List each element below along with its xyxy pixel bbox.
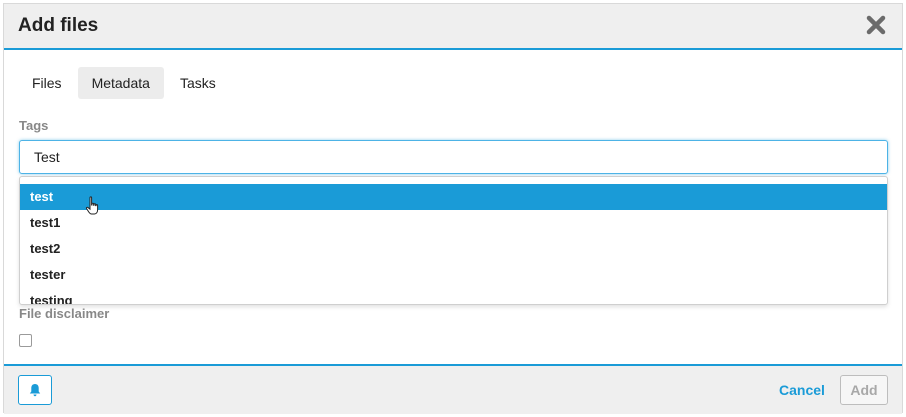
tags-input-value: Test [34, 149, 60, 165]
bell-icon [29, 384, 41, 397]
notify-button[interactable] [18, 375, 52, 405]
suggestion-item[interactable]: tester [20, 262, 887, 288]
add-files-dialog: Add files Files Metadata Tasks Tags Test… [3, 3, 903, 414]
suggestion-item[interactable]: test2 [20, 236, 887, 262]
dialog-header: Add files [4, 4, 902, 50]
tab-metadata[interactable]: Metadata [77, 67, 164, 99]
close-icon[interactable] [864, 13, 888, 37]
add-button[interactable]: Add [840, 375, 888, 405]
dialog-title: Add files [18, 15, 99, 36]
cancel-button[interactable]: Cancel [779, 382, 825, 398]
suggestion-item[interactable]: test1 [20, 210, 887, 236]
tab-tasks[interactable]: Tasks [166, 67, 230, 99]
file-disclaimer-checkbox[interactable] [19, 334, 32, 347]
tab-files[interactable]: Files [18, 67, 76, 99]
tags-label: Tags [19, 118, 49, 133]
suggestion-item[interactable]: test [20, 184, 887, 210]
suggestion-item[interactable]: testing [20, 288, 887, 304]
tab-bar: Files Metadata Tasks [18, 67, 232, 99]
tags-input[interactable]: Test [19, 140, 888, 174]
tags-suggestion-list: test test1 test2 tester testing [19, 176, 888, 305]
hand-pointer-icon [85, 196, 101, 221]
dialog-footer: Cancel Add [4, 364, 902, 414]
file-disclaimer-label: File disclaimer [19, 306, 110, 321]
